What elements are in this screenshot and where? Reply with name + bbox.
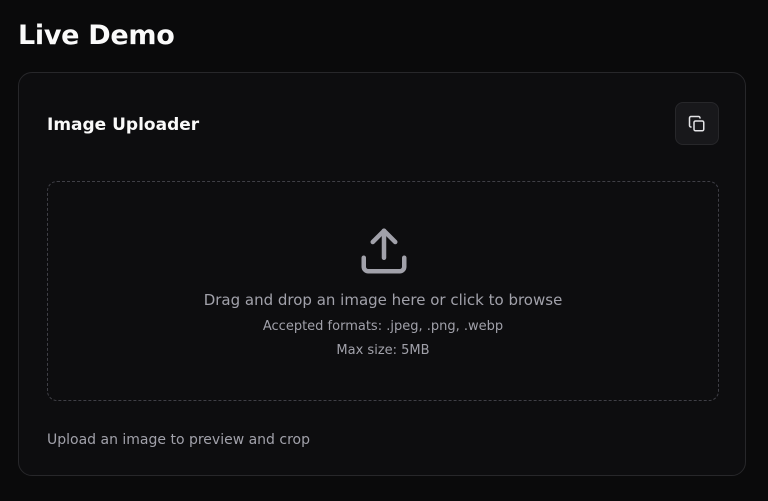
card-title: Image Uploader	[47, 115, 200, 135]
page-title: Live Demo	[18, 20, 175, 51]
accepted-formats-text: Accepted formats: .jpeg, .png, .webp	[262, 319, 504, 334]
copy-icon	[688, 115, 705, 131]
upload-dropzone[interactable]: Drag and drop an image here or click to …	[47, 181, 719, 401]
dropzone-instructions: Drag and drop an image here or click to …	[203, 291, 563, 309]
copy-button[interactable]	[675, 102, 719, 145]
helper-text: Upload an image to preview and crop	[47, 432, 310, 448]
image-uploader-card: Image Uploader Drag and drop an image he…	[18, 72, 746, 476]
max-size-text: Max size: 5MB	[336, 343, 430, 358]
upload-icon	[361, 228, 407, 274]
